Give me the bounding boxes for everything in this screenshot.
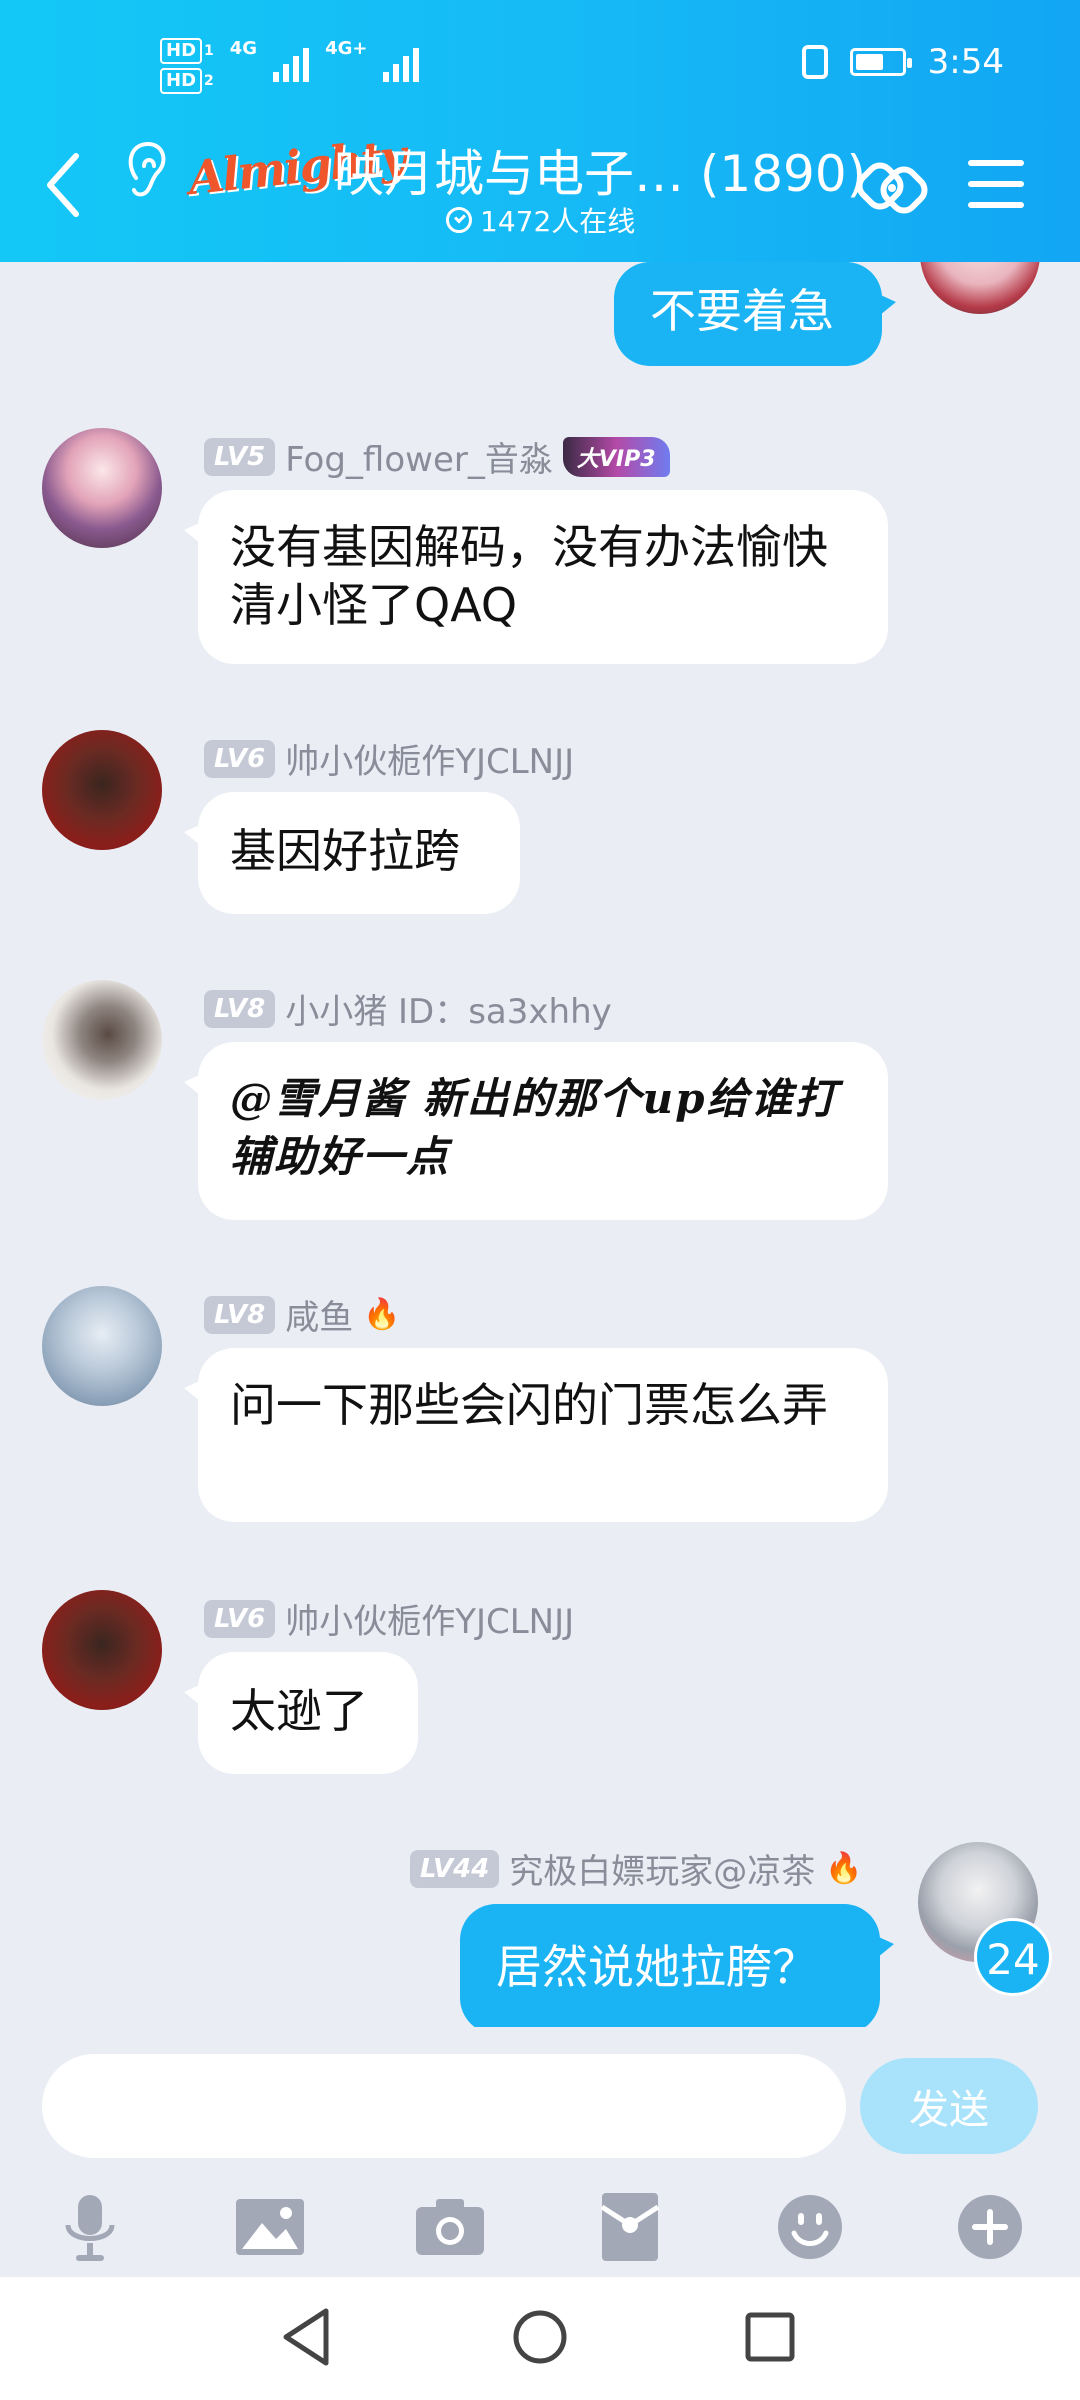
- signal-icon: [383, 46, 420, 82]
- message-bubble[interactable]: 基因好拉跨: [184, 792, 520, 914]
- sender-name[interactable]: 咸鱼: [285, 1290, 353, 1339]
- fire-icon: 🔥: [825, 1851, 863, 1886]
- image-icon[interactable]: [230, 2187, 310, 2267]
- level-badge: LV8: [204, 989, 276, 1028]
- avatar[interactable]: [42, 1590, 162, 1710]
- sender-name[interactable]: 帅小伙栀作YJCLNJJ: [285, 734, 574, 783]
- sender-name[interactable]: Fog_flower_音淼: [285, 432, 553, 481]
- sender-name[interactable]: 小小猪 ID：sa3xhhy: [285, 984, 612, 1033]
- battery-icon: [849, 48, 912, 76]
- avatar[interactable]: [42, 980, 162, 1100]
- back-icon[interactable]: [42, 150, 82, 220]
- status-bar-left: HD 1 HD 2 4G 4G+: [160, 38, 420, 94]
- level-badge: LV8: [204, 1295, 276, 1334]
- sender-name[interactable]: 帅小伙栀作YJCLNJJ: [285, 1594, 574, 1643]
- ear-icon[interactable]: [122, 138, 172, 202]
- red-packet-icon[interactable]: [590, 2187, 670, 2267]
- message-input[interactable]: [42, 2054, 846, 2158]
- chevron-down-icon: [446, 207, 472, 233]
- online-count[interactable]: 1472人在线: [446, 200, 635, 240]
- menu-icon[interactable]: [968, 160, 1024, 208]
- page-title[interactable]: 映月城与电子… (1890): [334, 134, 866, 206]
- status-bar-right: 3:54: [801, 42, 1004, 82]
- avatar[interactable]: [42, 428, 162, 548]
- back-triangle-icon[interactable]: [268, 2297, 348, 2377]
- plus-icon[interactable]: [950, 2187, 1030, 2267]
- send-button[interactable]: 发送: [860, 2058, 1038, 2154]
- level-badge: LV5: [204, 437, 276, 476]
- hd-icon: HD: [160, 68, 203, 94]
- network-type-label: 4G: [229, 38, 258, 59]
- avatar[interactable]: [42, 730, 162, 850]
- avatar[interactable]: [42, 1286, 162, 1406]
- vibrate-icon: [801, 45, 828, 79]
- microphone-icon[interactable]: [50, 2187, 130, 2267]
- sender-name[interactable]: 究极白嫖玩家@凉茶: [509, 1844, 815, 1893]
- chat-header: HD 1 HD 2 4G 4G+ 3:54 Almighty 映月城与电子… (…: [0, 0, 1080, 262]
- hd-icon: HD: [160, 38, 203, 64]
- input-area: 发送: [0, 2027, 1080, 2277]
- message-bubble[interactable]: 太逊了: [184, 1652, 418, 1774]
- message-list[interactable]: 不要着急 LV5 Fog_flower_音淼 大VIP3 没有基因解码，没有办法…: [0, 262, 1080, 2027]
- message-bubble[interactable]: @雪月酱 新出的那个up给谁打辅助好一点: [184, 1042, 888, 1220]
- clock: 3:54: [927, 42, 1004, 82]
- home-circle-icon[interactable]: [500, 2297, 580, 2377]
- message-bubble[interactable]: 居然说她拉胯？: [460, 1904, 894, 2027]
- level-badge: LV6: [204, 1599, 276, 1638]
- unread-count-badge[interactable]: 24: [974, 1918, 1052, 1996]
- level-badge: LV6: [204, 739, 276, 778]
- vip-badge: 大VIP3: [562, 436, 670, 477]
- message-bubble[interactable]: 没有基因解码，没有办法愉快清小怪了QAQ: [184, 490, 888, 664]
- share-link-icon[interactable]: [856, 152, 928, 224]
- camera-icon[interactable]: [410, 2187, 490, 2267]
- level-badge: LV44: [410, 1849, 500, 1888]
- message-bubble[interactable]: 问一下那些会闪的门票怎么弄: [184, 1348, 888, 1522]
- avatar[interactable]: [920, 262, 1040, 314]
- system-nav-bar: [0, 2277, 1080, 2400]
- fire-icon: 🔥: [363, 1297, 401, 1332]
- input-toolbar: [0, 2187, 1080, 2277]
- signal-icon: [273, 46, 310, 82]
- recents-square-icon[interactable]: [730, 2297, 810, 2377]
- message-bubble[interactable]: 不要着急: [614, 262, 896, 366]
- emoji-icon[interactable]: [770, 2187, 850, 2267]
- network-type-label: 4G+: [325, 38, 368, 59]
